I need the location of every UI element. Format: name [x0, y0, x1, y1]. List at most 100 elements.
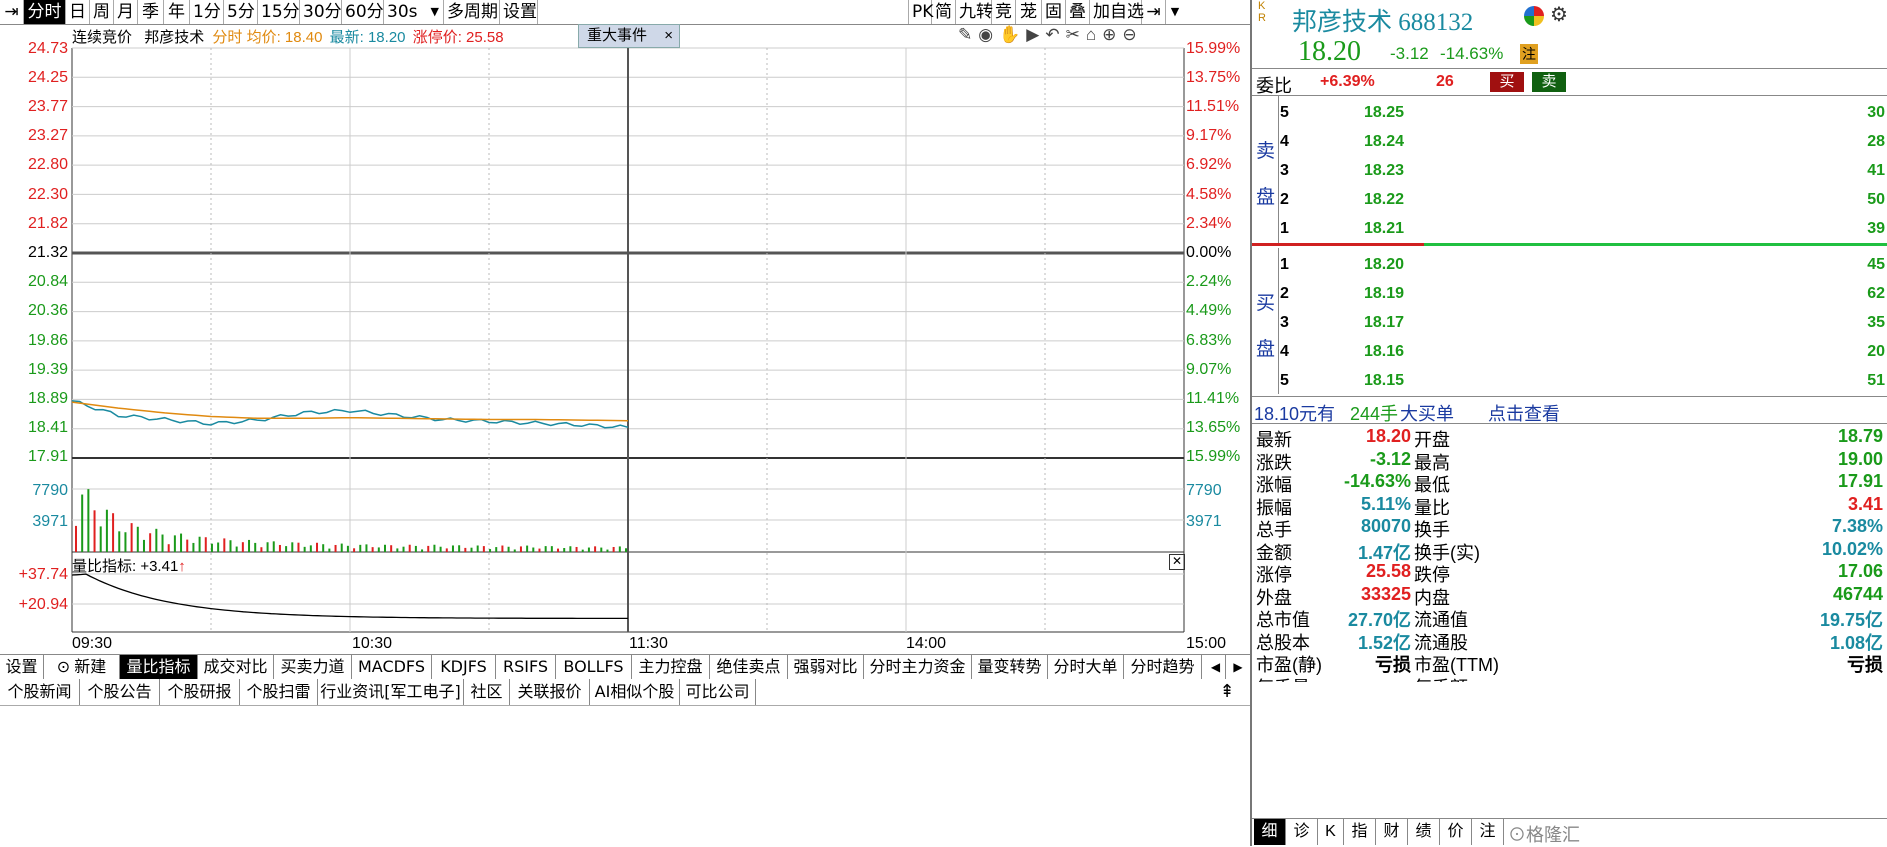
collapse-left-icon[interactable]: ⇥: [0, 0, 24, 24]
bid-level-row[interactable]: 2 18.19 62: [1278, 281, 1887, 305]
detail-tab[interactable]: 细: [1254, 819, 1286, 845]
period-tab-30min[interactable]: 30分: [300, 0, 342, 24]
bid-level-row[interactable]: 3 18.17 35: [1278, 310, 1887, 334]
news-tab[interactable]: 个股新闻: [0, 679, 80, 705]
news-tab[interactable]: 个股公告: [80, 679, 160, 705]
period-tab-year[interactable]: 年: [164, 0, 190, 24]
period-tab-1min[interactable]: 1分: [190, 0, 224, 24]
major-event-tag[interactable]: 重大事件 ×: [578, 24, 680, 48]
news-tab[interactable]: 个股扫雷: [240, 679, 318, 705]
news-tab[interactable]: 社区: [464, 679, 510, 705]
indicator-tab[interactable]: KDJFS: [432, 655, 496, 679]
indicator-tab[interactable]: BOLLFS: [556, 655, 632, 679]
detail-tab[interactable]: 财: [1376, 819, 1408, 845]
volume-bar: [532, 547, 535, 552]
news-tab[interactable]: 可比公司: [680, 679, 756, 705]
gear-icon[interactable]: ⚙: [1550, 2, 1568, 27]
scroll-left-icon[interactable]: ◀: [1206, 655, 1226, 679]
zoom-in-icon[interactable]: ⊕: [1102, 25, 1122, 44]
bid-level-row[interactable]: 5 18.15 51: [1278, 368, 1887, 392]
period-tab-60min[interactable]: 60分: [342, 0, 384, 24]
period-tab-15min[interactable]: 15分: [258, 0, 300, 24]
indicator-tab[interactable]: 成交对比: [198, 655, 274, 679]
indicator-tab[interactable]: 强弱对比: [788, 655, 864, 679]
stat-value: 46744: [1832, 583, 1883, 604]
period-tab-day[interactable]: 日: [66, 0, 90, 24]
expand-right-icon[interactable]: ⇥: [1142, 0, 1166, 24]
scissors-icon[interactable]: ✂: [1066, 25, 1086, 44]
indicator-new-tab[interactable]: ⊙ 新建: [44, 655, 120, 679]
zoom-out-icon[interactable]: ⊖: [1122, 25, 1142, 44]
indicator-tab[interactable]: MACDFS: [352, 655, 432, 679]
buy-button[interactable]: 买: [1490, 72, 1524, 92]
hand-icon[interactable]: ✋: [999, 25, 1026, 44]
indicator-tab[interactable]: 分时主力资金: [864, 655, 972, 679]
detail-tab[interactable]: K: [1318, 819, 1344, 845]
indicator-tab[interactable]: 主力控盘: [632, 655, 710, 679]
indicator-tab-volume-ratio[interactable]: 量比指标: [120, 655, 198, 679]
period-dropdown-30s[interactable]: 30s ▼: [384, 0, 444, 24]
detail-tab[interactable]: 诊: [1286, 819, 1318, 845]
pk-button[interactable]: PK: [908, 0, 933, 24]
period-tab-week[interactable]: 周: [90, 0, 114, 24]
detail-tab[interactable]: 价: [1440, 819, 1472, 845]
detail-tab[interactable]: 绩: [1408, 819, 1440, 845]
scroll-right-icon[interactable]: ▶: [1228, 655, 1248, 679]
ask-level-row[interactable]: 2 18.22 50: [1278, 187, 1887, 211]
period-tab-month[interactable]: 月: [114, 0, 138, 24]
detail-tab[interactable]: 指: [1344, 819, 1376, 845]
news-tab[interactable]: AI相似个股: [590, 679, 680, 705]
pencil-icon[interactable]: ✎: [958, 25, 978, 44]
indicator-tab[interactable]: 买卖力道: [274, 655, 352, 679]
ask-level-row[interactable]: 3 18.23 41: [1278, 158, 1887, 182]
indicator-settings-tab[interactable]: 设置: [0, 655, 44, 679]
intraday-chart[interactable]: 连续竞价 邦彦技术 分时 均价: 18.40 最新: 18.20 涨停价: 25…: [0, 24, 1250, 654]
lock-icon[interactable]: ⌂: [1086, 25, 1102, 44]
big-order-row[interactable]: 18.10元有 244手 大买单 点击查看: [1252, 396, 1887, 424]
multi-period-button[interactable]: 多周期: [444, 0, 500, 24]
ask-level-row[interactable]: 1 18.21 39: [1278, 216, 1887, 240]
sell-button[interactable]: 卖: [1532, 72, 1566, 92]
indicator-tab[interactable]: 绝佳卖点: [710, 655, 788, 679]
close-icon[interactable]: ✕: [1169, 554, 1185, 570]
settings-button[interactable]: 设置: [500, 0, 538, 24]
chart-canvas[interactable]: [0, 24, 1250, 654]
toolbar-more-icon[interactable]: ▼: [1166, 0, 1184, 24]
color-wheel-icon[interactable]: [1524, 6, 1544, 26]
volume-bar: [581, 549, 584, 552]
indicator-tab[interactable]: 量变转势: [972, 655, 1048, 679]
bid-level-row[interactable]: 4 18.16 20: [1278, 339, 1887, 363]
eye-icon[interactable]: ◉: [978, 25, 999, 44]
chart-tools: ✎◉✋▶↶✂⌂⊕⊖: [958, 25, 1143, 45]
indicator-tab[interactable]: 分时趋势: [1124, 655, 1202, 679]
close-icon[interactable]: ×: [664, 25, 673, 47]
period-tab-quarter[interactable]: 季: [138, 0, 164, 24]
collapse-up-icon[interactable]: ⇞: [1212, 679, 1242, 705]
fix-button[interactable]: 固: [1042, 0, 1066, 24]
note-badge[interactable]: 注: [1520, 44, 1538, 64]
big-order-link[interactable]: 点击查看: [1488, 400, 1560, 426]
overlay-button[interactable]: 叠: [1066, 0, 1090, 24]
add-watchlist-button[interactable]: 加自选: [1090, 0, 1144, 24]
chip-button[interactable]: 茏: [1016, 0, 1042, 24]
simple-button[interactable]: 简: [932, 0, 956, 24]
news-tab[interactable]: 行业资讯[军工电子]: [318, 679, 464, 705]
nine-turn-button[interactable]: 九转: [956, 0, 993, 24]
news-tab[interactable]: 关联报价: [510, 679, 590, 705]
detail-tab[interactable]: 注: [1472, 819, 1504, 845]
indicator-tab[interactable]: RSIFS: [496, 655, 556, 679]
watermark-logo-icon: ⊙: [1508, 825, 1526, 845]
volume-bar: [451, 545, 454, 552]
play-icon[interactable]: ▶: [1026, 25, 1045, 44]
indicator-tab[interactable]: 分时大单: [1048, 655, 1124, 679]
auction-button[interactable]: 竞: [992, 0, 1016, 24]
ask-level-row[interactable]: 5 18.25 30: [1278, 100, 1887, 124]
level-price: 18.22: [1364, 191, 1405, 208]
news-tab[interactable]: 个股研报: [160, 679, 240, 705]
ask-level-row[interactable]: 4 18.24 28: [1278, 129, 1887, 153]
undo-icon[interactable]: ↶: [1045, 25, 1065, 44]
period-tab-5min[interactable]: 5分: [224, 0, 258, 24]
period-tab-intraday[interactable]: 分时: [24, 0, 66, 24]
stat-value: 33325: [1360, 583, 1411, 604]
bid-level-row[interactable]: 1 18.20 45: [1278, 252, 1887, 276]
